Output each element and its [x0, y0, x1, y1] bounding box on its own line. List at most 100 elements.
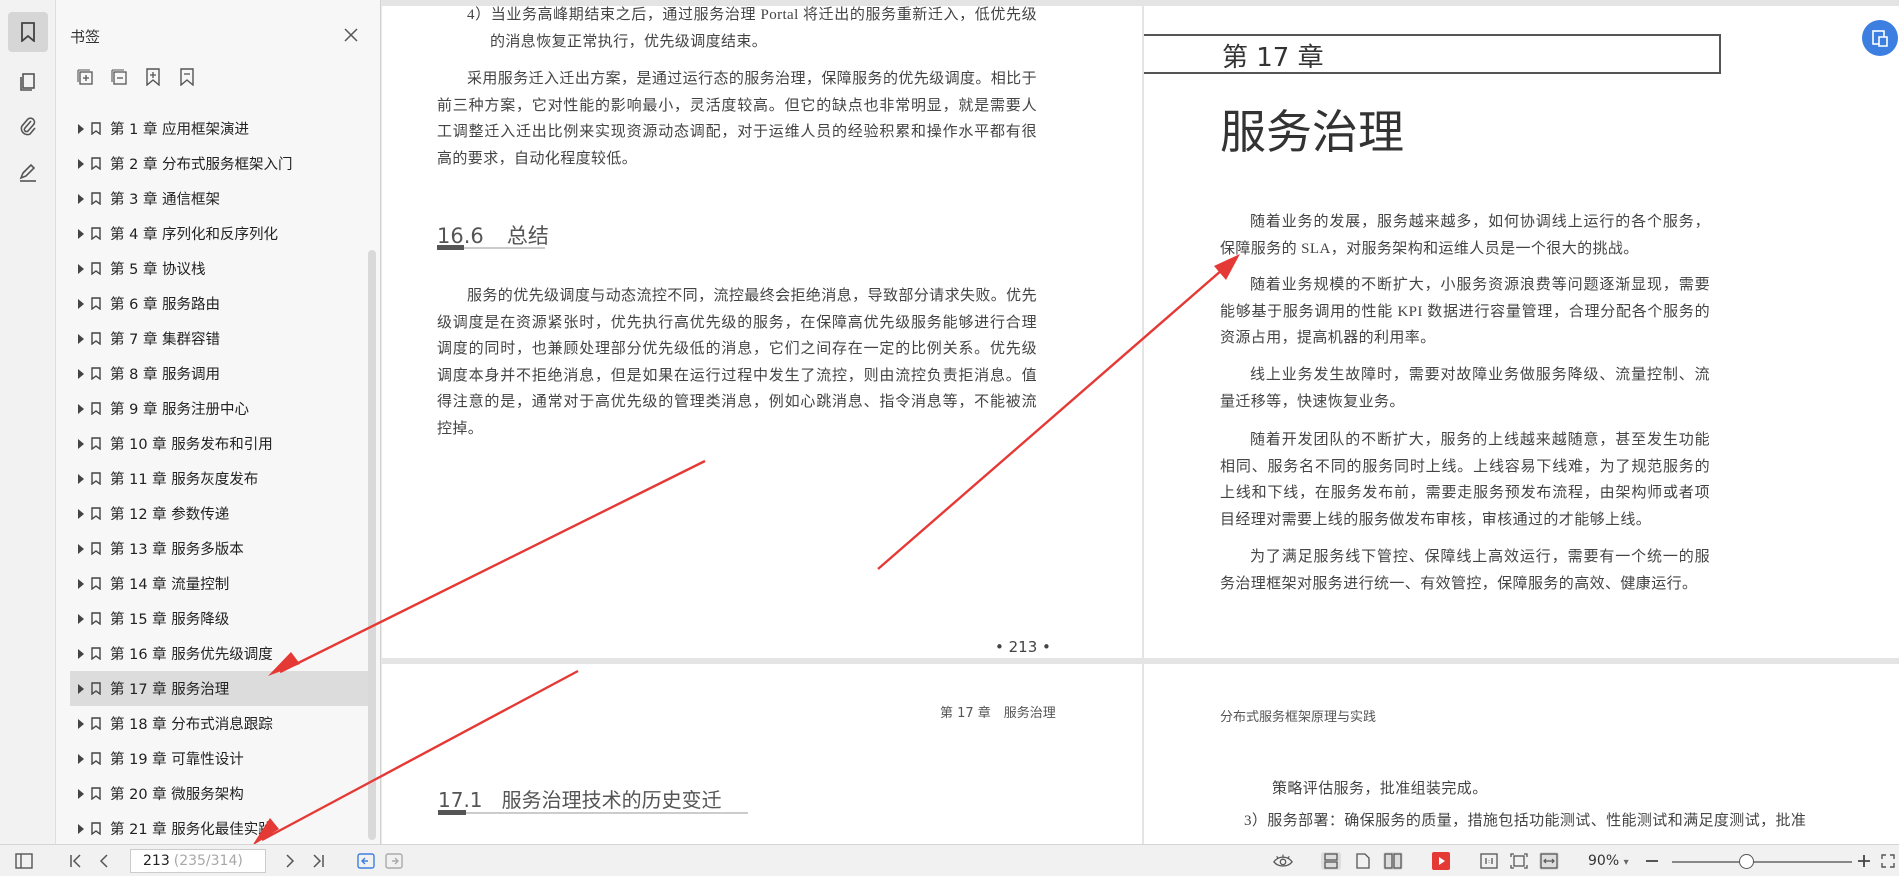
expand-triangle-icon[interactable] [78, 788, 84, 799]
expand-triangle-icon[interactable] [78, 263, 84, 274]
bookmark-item[interactable]: 第 21 章 服务化最佳实践 [70, 811, 370, 846]
single-page-button[interactable] [1353, 852, 1373, 870]
bookmark-item[interactable]: 第 8 章 服务调用 [70, 356, 370, 391]
reading-mode-button[interactable] [1273, 852, 1293, 870]
toggle-sidebar-button[interactable] [14, 852, 34, 870]
expand-triangle-icon[interactable] [78, 508, 84, 519]
bookmark-item[interactable]: 第 1 章 应用框架演进 [70, 111, 370, 146]
page-number-input[interactable]: 213 (235/314) [130, 849, 266, 873]
bookmark-label: 第 4 章 序列化和反序列化 [110, 227, 279, 243]
expand-triangle-icon[interactable] [78, 718, 84, 729]
expand-triangle-icon[interactable] [78, 298, 84, 309]
fit-page-button[interactable] [1509, 852, 1529, 870]
expand-triangle-icon[interactable] [78, 158, 84, 169]
heading-underline-accent [437, 245, 464, 250]
close-panel-button[interactable] [340, 24, 362, 46]
expand-triangle-icon[interactable] [78, 683, 84, 694]
continuous-view-button[interactable] [1321, 852, 1341, 870]
page-214: 第 17 章 服务治理 随着业务的发展，服务越来越多，如何协调线上运行的各个服务… [1144, 6, 1899, 658]
expand-triangle-icon[interactable] [78, 368, 84, 379]
minus-icon [1646, 860, 1658, 862]
collapse-all-button[interactable] [108, 66, 130, 88]
bookmark-icon [91, 437, 101, 450]
last-page-icon [313, 854, 324, 868]
expand-triangle-icon[interactable] [78, 333, 84, 344]
bookmark-panel-button[interactable] [8, 12, 48, 52]
bookmark-label: 第 14 章 流量控制 [110, 577, 230, 593]
bookmark-label: 第 12 章 参数传递 [110, 507, 230, 523]
fit-width-button[interactable] [1539, 852, 1559, 870]
expand-triangle-icon[interactable] [78, 438, 84, 449]
expand-triangle-icon[interactable] [78, 543, 84, 554]
bookmark-item[interactable]: 第 19 章 可靠性设计 [70, 741, 370, 776]
bookmark-icon [91, 787, 101, 800]
zoom-slider-track[interactable] [1672, 861, 1852, 863]
bookmark-item[interactable]: 第 6 章 服务路由 [70, 286, 370, 321]
zoom-out-button[interactable] [1642, 852, 1662, 870]
bookmark-item[interactable]: 第 16 章 服务优先级调度 [70, 636, 370, 671]
expand-triangle-icon[interactable] [78, 403, 84, 414]
bookmark-item[interactable]: 第 12 章 参数传递 [70, 496, 370, 531]
expand-triangle-icon[interactable] [78, 823, 84, 834]
expand-triangle-icon[interactable] [78, 228, 84, 239]
bookmark-item[interactable]: 第 15 章 服务降级 [70, 601, 370, 636]
back-button[interactable] [356, 852, 376, 870]
bookmark-item[interactable]: 第 5 章 协议栈 [70, 251, 370, 286]
bookmark-item[interactable]: 第 7 章 集群容错 [70, 321, 370, 356]
expand-triangle-icon[interactable] [78, 578, 84, 589]
bookmark-item[interactable]: 第 20 章 微服务架构 [70, 776, 370, 811]
forward-button[interactable] [384, 852, 404, 870]
attachment-panel-button[interactable] [8, 106, 48, 146]
sidebar-icon [15, 853, 33, 869]
bookmark-item[interactable]: 第 14 章 流量控制 [70, 566, 370, 601]
actual-size-icon [1480, 853, 1498, 869]
actual-size-button[interactable] [1479, 852, 1499, 870]
bookmark-item[interactable]: 第 3 章 通信框架 [70, 181, 370, 216]
bookmark-scrollbar[interactable] [368, 250, 376, 840]
expand-triangle-icon[interactable] [78, 753, 84, 764]
expand-triangle-icon[interactable] [78, 648, 84, 659]
bookmark-item[interactable]: 第 18 章 分布式消息跟踪 [70, 706, 370, 741]
fullscreen-button[interactable] [1878, 852, 1898, 870]
bookmark-item[interactable]: 第 4 章 序列化和反序列化 [70, 216, 370, 251]
expand-triangle-icon[interactable] [78, 613, 84, 624]
bookmark-item[interactable]: 第 10 章 服务发布和引用 [70, 426, 370, 461]
add-bookmark-button[interactable] [142, 66, 164, 88]
continuous-icon [1324, 853, 1338, 869]
panel-title: 书签 [70, 28, 101, 46]
current-page: 213 [143, 853, 170, 869]
bookmark-panel: 书签 第 1 章 应用框架演进第 2 章 分布式服务框架入门第 3 章 通信框架… [56, 0, 381, 844]
previous-page-button[interactable] [94, 852, 114, 870]
bookmark-icon [91, 542, 101, 555]
document-view[interactable]: 4）当业务高峰期结束之后，通过服务治理 Portal 将迁出的服务重新迁入，低优… [382, 0, 1899, 844]
bookmark-item[interactable]: 第 9 章 服务注册中心 [70, 391, 370, 426]
expand-triangle-icon[interactable] [78, 473, 84, 484]
bookmark-item[interactable]: 第 13 章 服务多版本 [70, 531, 370, 566]
eye-icon [1273, 854, 1293, 867]
pdf-reader-window: 书签 第 1 章 应用框架演进第 2 章 分布式服务框架入门第 3 章 通信框架… [0, 0, 1899, 876]
signature-panel-button[interactable] [8, 152, 48, 192]
expand-all-button[interactable] [74, 66, 96, 88]
bookmark-item[interactable]: 第 17 章 服务治理 [70, 671, 370, 706]
play-slideshow-button[interactable] [1431, 852, 1451, 870]
bookmark-label: 第 1 章 应用框架演进 [110, 122, 250, 138]
delete-bookmark-button[interactable] [176, 66, 198, 88]
heading-underline [438, 812, 748, 814]
collapse-all-icon [111, 69, 127, 85]
first-page-button[interactable] [66, 852, 86, 870]
bookmark-label: 第 21 章 服务化最佳实践 [110, 822, 273, 838]
next-page-button[interactable] [280, 852, 300, 870]
thumbnail-panel-button[interactable] [8, 62, 48, 102]
bookmark-item[interactable]: 第 2 章 分布式服务框架入门 [70, 146, 370, 181]
zoom-slider-handle[interactable] [1739, 854, 1754, 869]
zoom-in-button[interactable] [1854, 852, 1874, 870]
zoom-level[interactable]: 90% ▾ [1588, 853, 1629, 869]
bookmark-item[interactable]: 第 11 章 服务灰度发布 [70, 461, 370, 496]
play-icon [1432, 852, 1450, 870]
expand-triangle-icon[interactable] [78, 193, 84, 204]
last-page-button[interactable] [308, 852, 328, 870]
two-page-button[interactable] [1383, 852, 1403, 870]
bookmark-label: 第 18 章 分布式消息跟踪 [110, 717, 273, 733]
floating-action-button[interactable] [1862, 20, 1898, 56]
expand-triangle-icon[interactable] [78, 123, 84, 134]
